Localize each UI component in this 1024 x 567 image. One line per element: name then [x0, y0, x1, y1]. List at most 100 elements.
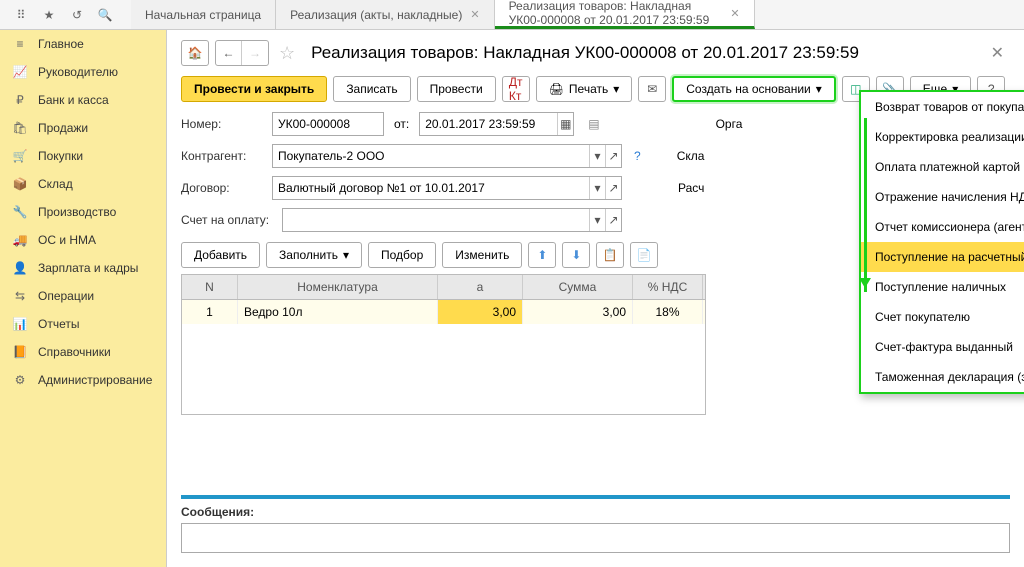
star-icon[interactable]: ★ — [41, 7, 57, 23]
dropdown-item-6[interactable]: Поступление наличных — [861, 272, 1024, 302]
sidebar-icon: ⇆ — [12, 289, 28, 303]
tabs: Начальная страница Реализация (акты, нак… — [131, 0, 755, 29]
sidebar-item-label: Справочники — [38, 345, 111, 359]
tab-sales-list[interactable]: Реализация (акты, накладные)✕ — [276, 0, 494, 29]
home-button[interactable]: 🏠 — [181, 40, 209, 66]
open-icon[interactable]: ↗ — [605, 145, 621, 167]
chevron-down-icon[interactable]: ▾ — [589, 177, 605, 199]
paste-icon[interactable]: 📄 — [630, 242, 658, 268]
dropdown-item-4[interactable]: Отчет комиссионера (агента) о продажах — [861, 212, 1024, 242]
contract-field[interactable]: Валютный договор №1 от 10.01.2017▾↗ — [272, 176, 622, 200]
grid-empty-space — [182, 324, 705, 414]
sidebar-item-9[interactable]: ⇆ Операции — [0, 282, 166, 310]
sidebar-item-label: Производство — [38, 205, 116, 219]
close-icon[interactable]: ✕ — [730, 7, 739, 20]
dropdown-item-9[interactable]: Таможенная декларация (экспорт) — [861, 362, 1024, 392]
fill-button[interactable]: Заполнить ▾ — [266, 242, 362, 268]
tab-home[interactable]: Начальная страница — [131, 0, 276, 29]
sidebar-item-7[interactable]: 🚚ОС и НМА — [0, 226, 166, 254]
sidebar-item-label: Продажи — [38, 121, 88, 135]
sidebar-item-10[interactable]: 📊Отчеты — [0, 310, 166, 338]
counterparty-field[interactable]: Покупатель-2 ООО▾↗ — [272, 144, 622, 168]
tab-label: Реализация товаров: Накладная УК00-00000… — [509, 0, 723, 27]
post-button[interactable]: Провести — [417, 76, 496, 102]
mail-icon[interactable]: ✉ — [638, 76, 666, 102]
write-button[interactable]: Записать — [333, 76, 410, 102]
post-and-close-button[interactable]: Провести и закрыть — [181, 76, 327, 102]
dropdown-item-5[interactable]: Поступление на расчетный счет — [861, 242, 1024, 272]
sidebar-item-label: ОС и НМА — [38, 233, 96, 247]
date-field[interactable]: 20.01.2017 23:59:59▦ — [419, 112, 574, 136]
search-icon[interactable]: 🔍 — [97, 7, 113, 23]
dtkt-icon[interactable]: ДтКт — [502, 76, 530, 102]
tab-document[interactable]: Реализация товаров: Накладная УК00-00000… — [495, 0, 755, 29]
sidebar-item-1[interactable]: 📈Руководителю — [0, 58, 166, 86]
sidebar-item-label: Главное — [38, 37, 84, 51]
favorite-icon[interactable]: ☆ — [279, 43, 295, 64]
col-vat[interactable]: % НДС — [633, 275, 703, 299]
nav-back-forward: ← → — [215, 40, 269, 66]
open-icon[interactable]: ↗ — [605, 209, 621, 231]
sidebar-item-3[interactable]: 🛍Продажи — [0, 114, 166, 142]
col-nomenclature[interactable]: Номенклатура — [238, 275, 438, 299]
dropdown-item-1[interactable]: Корректировка реализации — [861, 122, 1024, 152]
calendar-icon[interactable]: ▦ — [557, 113, 573, 135]
forward-button[interactable]: → — [242, 41, 268, 65]
dropdown-item-2[interactable]: Оплата платежной картой — [861, 152, 1024, 182]
messages-body[interactable] — [181, 523, 1010, 553]
back-button[interactable]: ← — [216, 41, 242, 65]
change-button[interactable]: Изменить — [442, 242, 522, 268]
sidebar-icon: 📊 — [12, 317, 28, 331]
scan-icon[interactable]: ▤ — [588, 117, 599, 131]
sidebar-item-0[interactable]: ≡ Главное — [0, 30, 166, 58]
dropdown-item-3[interactable]: Отражение начисления НДС — [861, 182, 1024, 212]
messages-title: Сообщения: — [181, 505, 1010, 519]
close-icon[interactable]: ✕ — [470, 8, 479, 21]
sidebar-item-4[interactable]: 🛒Покупки — [0, 142, 166, 170]
main-content: 🏠 ← → ☆ Реализация товаров: Накладная УК… — [167, 30, 1024, 567]
col-qty[interactable]: а — [438, 275, 523, 299]
apps-icon[interactable]: ⠿ — [13, 7, 29, 23]
number-field[interactable] — [272, 112, 384, 136]
sidebar-item-label: Зарплата и кадры — [38, 261, 138, 275]
help-small-icon[interactable]: ? — [634, 149, 641, 163]
sidebar-item-label: Операции — [38, 289, 94, 303]
page-title: Реализация товаров: Накладная УК00-00000… — [311, 43, 859, 63]
items-grid: N Номенклатура а Сумма % НДС 1 Ведро 10л… — [181, 274, 706, 415]
copy-icon[interactable]: 📋 — [596, 242, 624, 268]
chevron-down-icon[interactable]: ▾ — [589, 145, 605, 167]
invoice-field[interactable]: ▾↗ — [282, 208, 622, 232]
table-row[interactable]: 1 Ведро 10л 3,00 3,00 18% — [182, 300, 705, 324]
dropdown-item-8[interactable]: Счет-фактура выданный — [861, 332, 1024, 362]
sidebar-item-11[interactable]: 📙Справочники — [0, 338, 166, 366]
sidebar-item-label: Склад — [38, 177, 73, 191]
sidebar-item-12[interactable]: ⚙Администрирование — [0, 366, 166, 394]
dropdown-item-0[interactable]: Возврат товаров от покупателя — [861, 92, 1024, 122]
open-icon[interactable]: ↗ — [605, 177, 621, 199]
sidebar-item-2[interactable]: ₽Банк и касса — [0, 86, 166, 114]
calc-label: Расч — [678, 181, 704, 195]
counterparty-label: Контрагент: — [181, 149, 266, 163]
move-down-icon[interactable]: ⬇ — [562, 242, 590, 268]
chevron-down-icon[interactable]: ▾ — [589, 209, 605, 231]
sidebar-icon: ≡ — [12, 37, 28, 51]
create-based-dropdown: Возврат товаров от покупателяКорректиров… — [859, 90, 1024, 394]
sidebar-item-5[interactable]: 📦 Склад — [0, 170, 166, 198]
sidebar-item-8[interactable]: 👤Зарплата и кадры — [0, 254, 166, 282]
select-button[interactable]: Подбор — [368, 242, 436, 268]
close-page-button[interactable]: ✕ — [985, 43, 1010, 63]
col-n[interactable]: N — [182, 275, 238, 299]
move-up-icon[interactable]: ⬆ — [528, 242, 556, 268]
sidebar-item-6[interactable]: 🔧Производство — [0, 198, 166, 226]
titlebar: ⠿ ★ ↺ 🔍 Начальная страница Реализация (а… — [0, 0, 1024, 30]
org-label: Орга — [716, 117, 743, 131]
sidebar-icon: 📦 — [12, 177, 28, 191]
contract-label: Договор: — [181, 181, 266, 195]
history-icon[interactable]: ↺ — [69, 7, 85, 23]
dropdown-item-7[interactable]: Счет покупателю — [861, 302, 1024, 332]
print-button[interactable]: 🖨Печать ▾ — [536, 76, 633, 102]
col-sum[interactable]: Сумма — [523, 275, 633, 299]
add-row-button[interactable]: Добавить — [181, 242, 260, 268]
number-label: Номер: — [181, 117, 266, 131]
create-based-button[interactable]: Создать на основании ▾ — [672, 76, 836, 102]
